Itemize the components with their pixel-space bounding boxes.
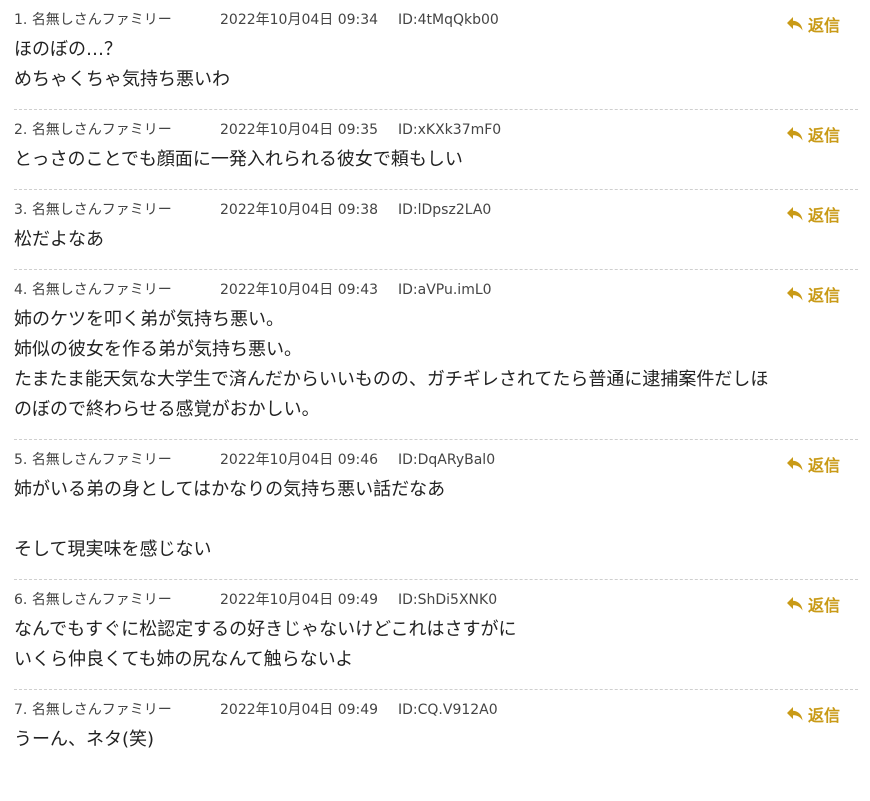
- comment-line: ほのぼの…？: [14, 39, 122, 60]
- comment-meta: 4. 名無しさんファミリー 2022年10月04日 09:43 ID:aVPu.…: [14, 279, 858, 301]
- comment-line: 姉がいる弟の身としてはかなりの気持ち悪い話だなあ: [14, 479, 446, 500]
- comment-item: 6. 名無しさんファミリー 2022年10月04日 09:49 ID:ShDi5…: [14, 580, 858, 690]
- comment-date: 2022年10月04日 09:35: [220, 122, 379, 138]
- comment-date: 2022年10月04日 09:34: [220, 12, 379, 28]
- comment-line: [14, 505, 858, 535]
- comment-line: めちゃくちゃ気持ち悪いわ: [14, 69, 230, 90]
- comment-item: 4. 名無しさんファミリー 2022年10月04日 09:43 ID:aVPu.…: [14, 270, 858, 440]
- comment-thread: 1. 名無しさんファミリー 2022年10月04日 09:34 ID:4tMqQ…: [0, 0, 870, 769]
- comment-number: 4.: [14, 282, 28, 298]
- comment-line: のぼので終わらせる感覚がおかしい。: [14, 399, 320, 420]
- reply-label: 返信: [807, 126, 840, 145]
- reply-arrow-icon: [786, 596, 804, 612]
- comment-line: うーん、ネタ(笑): [14, 729, 155, 750]
- comment-body: とっさのことでも顔面に一発入れられる彼女で頼もしい: [14, 145, 858, 175]
- reply-button[interactable]: 返信: [786, 122, 840, 146]
- comment-name: 名無しさんファミリー: [31, 12, 172, 28]
- comment-line: 姉のケツを叩く弟が気持ち悪い。: [14, 309, 284, 330]
- comment-author: 1. 名無しさんファミリー: [14, 9, 220, 29]
- reply-label: 返信: [807, 16, 840, 35]
- reply-arrow-icon: [786, 126, 804, 142]
- comment-item: 3. 名無しさんファミリー 2022年10月04日 09:38 ID:lDpsz…: [14, 190, 858, 270]
- reply-arrow-icon: [786, 706, 804, 722]
- comment-number: 2.: [14, 122, 28, 138]
- comment-author: 2. 名無しさんファミリー: [14, 119, 220, 139]
- comment-meta: 7. 名無しさんファミリー 2022年10月04日 09:49 ID:CQ.V9…: [14, 699, 858, 721]
- reply-button[interactable]: 返信: [786, 282, 840, 306]
- comment-body: 姉のケツを叩く弟が気持ち悪い。 姉似の彼女を作る弟が気持ち悪い。たまたま能天気な大…: [14, 305, 858, 425]
- reply-button[interactable]: 返信: [786, 12, 840, 36]
- comment-author: 7. 名無しさんファミリー: [14, 699, 220, 719]
- reply-button[interactable]: 返信: [786, 702, 840, 726]
- comment-meta: 5. 名無しさんファミリー 2022年10月04日 09:46 ID:DqARy…: [14, 449, 858, 471]
- comment-item: 7. 名無しさんファミリー 2022年10月04日 09:49 ID:CQ.V9…: [14, 690, 858, 769]
- comment-number: 7.: [14, 702, 28, 718]
- comment-line: たまたま能天気な大学生で済んだからいいものの、ガチギレされてたら普通に逮捕案件だ…: [14, 369, 769, 390]
- comment-item: 2. 名無しさんファミリー 2022年10月04日 09:35 ID:xKXk3…: [14, 110, 858, 190]
- comment-line: とっさのことでも顔面に一発入れられる彼女で頼もしい: [14, 149, 463, 170]
- comment-date: 2022年10月04日 09:46: [220, 452, 379, 468]
- comment-id: ID:DqARyBal0: [398, 452, 496, 468]
- reply-label: 返信: [807, 286, 840, 305]
- comment-line: いくら仲良くても姉の尻なんて触らないよ: [14, 649, 354, 670]
- comment-body: うーん、ネタ(笑): [14, 725, 858, 755]
- reply-arrow-icon: [786, 206, 804, 222]
- comment-date: 2022年10月04日 09:43: [220, 282, 379, 298]
- comment-name: 名無しさんファミリー: [31, 452, 172, 468]
- comment-id: ID:4tMqQkb00: [398, 12, 499, 28]
- comment-id: ID:lDpsz2LA0: [398, 202, 492, 218]
- comment-meta: 3. 名無しさんファミリー 2022年10月04日 09:38 ID:lDpsz…: [14, 199, 858, 221]
- reply-label: 返信: [807, 456, 840, 475]
- comment-name: 名無しさんファミリー: [31, 202, 172, 218]
- comment-line: そして現実味を感じない: [14, 539, 212, 560]
- comment-line: 姉似の彼女を作る弟が気持ち悪い。: [14, 339, 302, 360]
- comment-meta: 6. 名無しさんファミリー 2022年10月04日 09:49 ID:ShDi5…: [14, 589, 858, 611]
- comment-id: ID:CQ.V912A0: [398, 702, 498, 718]
- comment-date: 2022年10月04日 09:38: [220, 202, 379, 218]
- comment-body: ほのぼの…？ めちゃくちゃ気持ち悪いわ: [14, 35, 858, 95]
- comment-date: 2022年10月04日 09:49: [220, 702, 379, 718]
- comment-author: 3. 名無しさんファミリー: [14, 199, 220, 219]
- comment-id: ID:xKXk37mF0: [398, 122, 502, 138]
- comment-number: 6.: [14, 592, 28, 608]
- reply-arrow-icon: [786, 16, 804, 32]
- reply-label: 返信: [807, 596, 840, 615]
- comment-body: 松だよなあ: [14, 225, 858, 255]
- comment-name: 名無しさんファミリー: [31, 282, 172, 298]
- reply-arrow-icon: [786, 456, 804, 472]
- comment-number: 3.: [14, 202, 28, 218]
- comment-meta: 2. 名無しさんファミリー 2022年10月04日 09:35 ID:xKXk3…: [14, 119, 858, 141]
- comment-line: 松だよなあ: [14, 229, 104, 250]
- comment-name: 名無しさんファミリー: [31, 592, 172, 608]
- reply-label: 返信: [807, 206, 840, 225]
- comment-id: ID:ShDi5XNK0: [398, 592, 498, 608]
- comment-line: なんでもすぐに松認定するの好きじゃないけどこれはさすがに: [14, 619, 517, 640]
- comment-meta: 1. 名無しさんファミリー 2022年10月04日 09:34 ID:4tMqQ…: [14, 9, 858, 31]
- comment-date: 2022年10月04日 09:49: [220, 592, 379, 608]
- comment-author: 6. 名無しさんファミリー: [14, 589, 220, 609]
- comment-body: 姉がいる弟の身としてはかなりの気持ち悪い話だなあ そして現実味を感じない: [14, 475, 858, 565]
- comment-id: ID:aVPu.imL0: [398, 282, 492, 298]
- comment-name: 名無しさんファミリー: [31, 702, 172, 718]
- reply-button[interactable]: 返信: [786, 452, 840, 476]
- reply-button[interactable]: 返信: [786, 202, 840, 226]
- reply-arrow-icon: [786, 286, 804, 302]
- comment-number: 5.: [14, 452, 28, 468]
- comment-item: 1. 名無しさんファミリー 2022年10月04日 09:34 ID:4tMqQ…: [14, 0, 858, 110]
- reply-label: 返信: [807, 706, 840, 725]
- comment-author: 4. 名無しさんファミリー: [14, 279, 220, 299]
- comment-number: 1.: [14, 12, 28, 28]
- comment-author: 5. 名無しさんファミリー: [14, 449, 220, 469]
- comment-body: なんでもすぐに松認定するの好きじゃないけどこれはさすがに いくら仲良くても姉の尻な…: [14, 615, 858, 675]
- reply-button[interactable]: 返信: [786, 592, 840, 616]
- comment-item: 5. 名無しさんファミリー 2022年10月04日 09:46 ID:DqARy…: [14, 440, 858, 580]
- comment-name: 名無しさんファミリー: [31, 122, 172, 138]
